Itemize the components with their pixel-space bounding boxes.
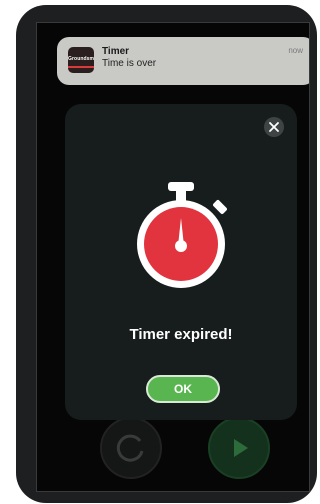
notification-message: Time is over bbox=[102, 58, 157, 69]
close-icon bbox=[269, 122, 279, 132]
dialog-message: Timer expired! bbox=[129, 326, 233, 343]
play-icon bbox=[234, 439, 248, 457]
phone-frame: Groundsmen Timer Time is over now bbox=[16, 5, 317, 503]
reset-icon bbox=[116, 434, 144, 462]
close-button[interactable] bbox=[264, 117, 284, 137]
play-button bbox=[208, 417, 270, 479]
reset-button bbox=[100, 417, 162, 479]
notification-title: Timer bbox=[102, 46, 130, 57]
app-icon-text: Groundsmen bbox=[68, 56, 94, 62]
stopwatch-icon bbox=[137, 182, 227, 288]
ok-button[interactable]: OK bbox=[146, 375, 220, 403]
notification-time: now bbox=[288, 46, 303, 55]
notification-banner[interactable]: Groundsmen Timer Time is over now bbox=[57, 37, 309, 85]
screen: Groundsmen Timer Time is over now bbox=[36, 22, 310, 492]
app-icon: Groundsmen bbox=[68, 47, 94, 73]
timer-expired-dialog: Timer expired! OK bbox=[65, 104, 297, 420]
app-icon-stripe bbox=[68, 66, 94, 68]
